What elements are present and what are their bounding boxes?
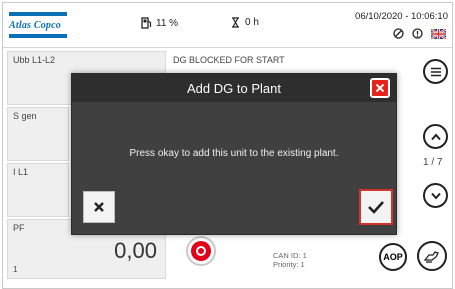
tile-current: I L1 — [7, 163, 69, 217]
cancel-icon — [94, 202, 104, 212]
chevron-down-icon — [430, 192, 441, 200]
menu-icon — [430, 67, 441, 76]
can-info: CAN ID: 1 Priority: 1 — [273, 251, 307, 269]
can-id: CAN ID: 1 — [273, 251, 307, 260]
header-icons — [393, 28, 446, 39]
sgen-label: S gen — [13, 111, 37, 121]
menu-button[interactable] — [423, 59, 448, 84]
no-entry-icon[interactable] — [393, 28, 404, 39]
pf-value: 0,00 — [114, 238, 157, 263]
chevron-up-icon — [430, 132, 441, 140]
hours-value: 0 h — [245, 17, 259, 28]
status-header: Atlas Copco 11 % 0 h 06/10/2020 - 10:06:… — [3, 3, 452, 48]
info-icon[interactable] — [412, 28, 423, 39]
add-dg-dialog: Add DG to Plant Press okay to add this u… — [71, 73, 397, 235]
ubb-label: Ubb L1-L2 — [13, 55, 56, 65]
fuel-status: 11 % — [141, 17, 178, 29]
page-indicator: 1 / 7 — [423, 157, 443, 168]
current-label: I L1 — [13, 167, 29, 177]
dialog-header: Add DG to Plant — [72, 74, 396, 102]
stop-button[interactable] — [186, 236, 216, 266]
scroll-down-button[interactable] — [423, 183, 448, 208]
tile-sgen: S gen — [7, 107, 69, 161]
pf-sub: 1 — [13, 265, 18, 274]
dialog-close-button[interactable] — [370, 78, 390, 98]
aop-button[interactable]: AOP — [379, 243, 407, 271]
app-frame: Atlas Copco 11 % 0 h 06/10/2020 - 10:06:… — [2, 2, 453, 289]
logo-text: Atlas Copco — [9, 20, 61, 31]
hands-icon — [423, 251, 439, 263]
logo: Atlas Copco — [9, 10, 67, 40]
close-icon — [375, 83, 385, 93]
scroll-up-button[interactable] — [423, 124, 448, 149]
uk-flag-icon[interactable] — [431, 28, 446, 39]
running-hours: 0 h — [231, 17, 259, 28]
dialog-cancel-button[interactable] — [83, 191, 115, 223]
dialog-ok-button[interactable] — [359, 189, 393, 225]
dialog-message: Press okay to add this unit to the exist… — [129, 148, 339, 159]
priority: Priority: 1 — [273, 260, 305, 269]
dialog-title: Add DG to Plant — [187, 81, 281, 96]
hourglass-icon — [232, 17, 239, 28]
blocked-status: DG BLOCKED FOR START — [173, 55, 285, 65]
fuel-value: 11 % — [156, 17, 179, 29]
check-icon — [368, 201, 384, 214]
stop-icon — [191, 241, 211, 261]
fuel-pump-icon — [141, 17, 152, 29]
pf-label: PF — [13, 223, 25, 233]
datetime: 06/10/2020 - 10:06:10 — [355, 11, 448, 22]
hands-button[interactable] — [417, 241, 447, 271]
